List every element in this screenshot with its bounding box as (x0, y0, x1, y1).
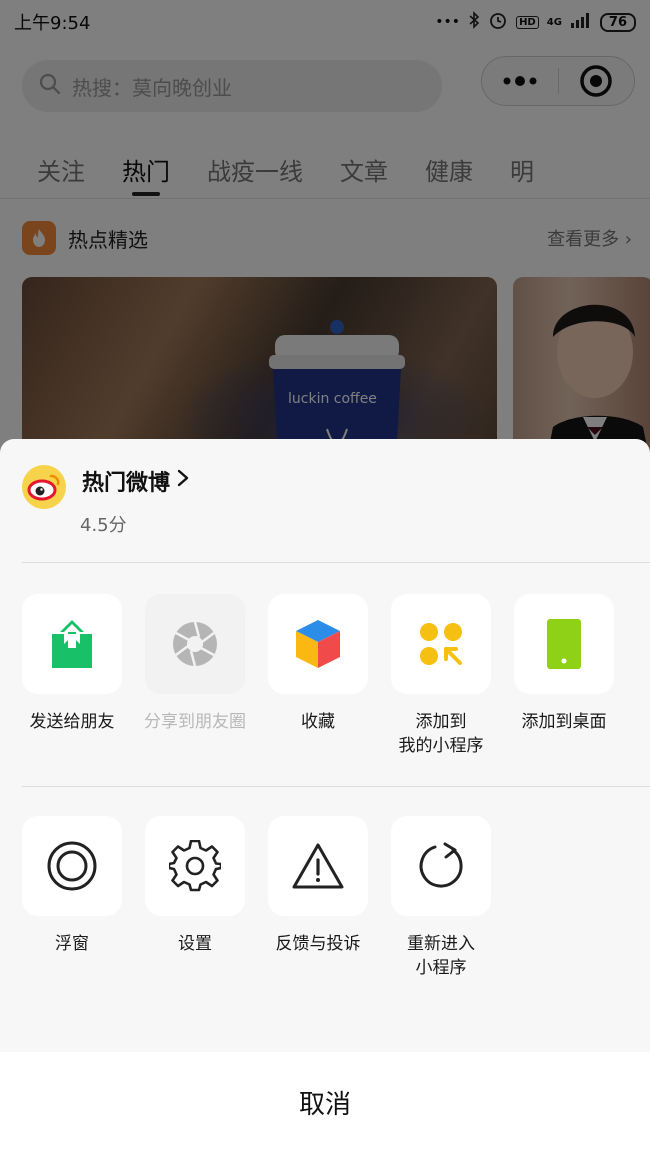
share-to-moments-label: 分享到朋友圈 (144, 712, 246, 732)
add-to-desktop-label: 添加到桌面 (521, 712, 607, 732)
miniprogram-header[interactable]: 热门微博 4.5分 (22, 465, 190, 536)
app-name: 热门微博 (82, 471, 171, 496)
weibo-logo-icon (22, 465, 66, 509)
add-to-my-miniprograms-button[interactable]: 添加到 我的小程序 (391, 594, 491, 758)
share-arrow-icon (52, 620, 92, 668)
action-sheet: 热门微博 4.5分 发送给朋友 分享到朋友圈 收藏 添加到 我的小程序 添加到桌… (0, 439, 650, 1153)
send-to-friend-button[interactable]: 发送给朋友 (22, 594, 122, 758)
add-miniprogram-icon (420, 623, 462, 665)
cancel-button[interactable]: 取消 (0, 1052, 650, 1153)
utility-actions-row: 浮窗 设置 反馈与投诉 重新进入 小程序 (22, 816, 514, 980)
settings-gear-icon (169, 840, 221, 892)
feedback-button[interactable]: 反馈与投诉 (268, 816, 368, 980)
floating-window-icon (47, 841, 97, 891)
reload-icon (419, 842, 463, 888)
sheet-divider-top (22, 562, 650, 563)
moments-shutter-icon (173, 621, 217, 667)
add-to-desktop-button[interactable]: 添加到桌面 (514, 594, 614, 758)
chevron-right-icon (176, 468, 190, 494)
add-to-my-miniprograms-label: 添加到 我的小程序 (398, 712, 484, 756)
favorites-label: 收藏 (301, 712, 335, 732)
share-to-moments-button[interactable]: 分享到朋友圈 (144, 594, 246, 758)
favorites-cube-icon (296, 620, 340, 668)
floating-window-label: 浮窗 (55, 934, 89, 954)
app-rating: 4.5分 (80, 515, 127, 536)
reenter-miniprogram-button[interactable]: 重新进入 小程序 (391, 816, 491, 980)
reenter-miniprogram-label: 重新进入 小程序 (407, 934, 475, 978)
send-to-friend-label: 发送给朋友 (29, 712, 115, 732)
settings-button[interactable]: 设置 (145, 816, 245, 980)
sheet-divider-middle (22, 786, 650, 787)
add-to-desktop-icon (547, 619, 581, 669)
floating-window-button[interactable]: 浮窗 (22, 816, 122, 980)
warning-triangle-icon (292, 843, 344, 889)
share-actions-row: 发送给朋友 分享到朋友圈 收藏 添加到 我的小程序 添加到桌面 (22, 594, 637, 758)
feedback-label: 反馈与投诉 (275, 934, 361, 954)
settings-label: 设置 (178, 934, 212, 954)
favorites-button[interactable]: 收藏 (268, 594, 368, 758)
